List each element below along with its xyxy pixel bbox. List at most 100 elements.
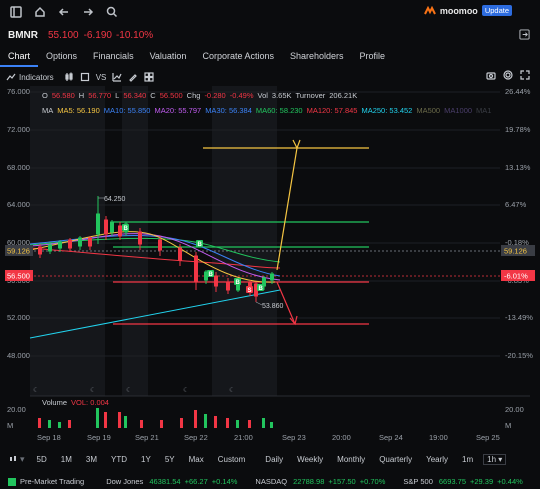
ma10-value: MA10: 55.850	[103, 106, 151, 115]
low-label: 53.860	[262, 303, 284, 310]
high-value: 56.770	[88, 91, 112, 100]
volume-value: 3.65K	[271, 91, 292, 100]
y-axis-label: 72.000	[7, 125, 30, 134]
bullish-projection-arrow[interactable]	[276, 147, 298, 271]
index-change-percent: +0.44%	[497, 477, 523, 486]
price-chart[interactable]: 76.000 72.000 68.000 64.000 60.000 56.00…	[0, 0, 540, 489]
timeframe-1m[interactable]: 1M	[61, 455, 72, 464]
x-axis-label: Sep 21	[135, 433, 159, 442]
y-axis-pct-label: 6.47%	[505, 200, 527, 209]
interval-yearly[interactable]: Yearly	[426, 455, 448, 464]
volume-axis-label: 20.00	[505, 405, 524, 414]
index-change: +66.27	[184, 477, 208, 486]
market-index-bar: Pre-Market Trading Dow Jones 46381.54 +6…	[0, 474, 540, 489]
ma1000-value: MA1000	[444, 106, 473, 115]
volume-value: VOL: 0.004	[71, 398, 109, 407]
x-axis-label: 21:00	[234, 433, 253, 442]
x-axis-label: 19:00	[429, 433, 448, 442]
volume-axis-label: 20.00	[7, 405, 26, 414]
ma-legend[interactable]: MA MA5: 56.190 MA10: 55.850 MA20: 55.797…	[42, 106, 491, 115]
x-axis-label: 20:00	[332, 433, 351, 442]
current-price-tag-text: 59.126	[7, 247, 30, 256]
interval-daily[interactable]: Daily	[265, 455, 283, 464]
premarket-label[interactable]: Pre-Market Trading	[20, 477, 84, 486]
ma20-value: MA20: 55.797	[154, 106, 202, 115]
x-axis-label: Sep 23	[282, 433, 306, 442]
index-name[interactable]: S&P 500	[403, 477, 432, 486]
chevron-down-icon[interactable]: ▾	[20, 454, 25, 465]
y-axis-pct-label: 26.44%	[505, 87, 531, 96]
session-shade	[30, 86, 105, 396]
y-axis-pct-label: 13.13%	[505, 163, 531, 172]
moon-icon: ☾	[33, 386, 39, 394]
turnover-label: Turnover	[295, 91, 326, 100]
moon-icon: ☾	[183, 386, 189, 394]
buy-marker: B	[209, 272, 214, 278]
market-status-icon	[8, 477, 16, 486]
x-axis-label: Sep 19	[87, 433, 111, 442]
timeframe-custom[interactable]: Custom	[218, 455, 246, 464]
buy-marker: B	[236, 280, 241, 286]
ma250-value: MA250: 53.452	[361, 106, 413, 115]
volume-title: Volume	[42, 398, 68, 407]
ma120-value: MA120: 57.845	[306, 106, 358, 115]
ma500-value: MA500	[416, 106, 441, 115]
x-axis-label: Sep 24	[379, 433, 403, 442]
moon-icon: ☾	[90, 386, 96, 394]
close-label: C	[150, 91, 156, 100]
y-axis-pct-label: 19.78%	[505, 125, 531, 134]
ma-title: MA	[42, 106, 54, 115]
index-value: 46381.54	[149, 477, 181, 486]
timeframe-1y[interactable]: 1Y	[141, 455, 151, 464]
timeframe-bar: ▾ 5D 1M 3M YTD 1Y 5Y Max Custom Daily We…	[0, 452, 540, 466]
change-value: -0.280	[204, 91, 226, 100]
interval-1h[interactable]: 1h ▾	[483, 453, 507, 465]
ma1-value: MA1	[476, 106, 492, 115]
timeframe-ytd[interactable]: YTD	[111, 455, 127, 464]
candlestick-type-icon[interactable]	[8, 454, 18, 464]
moon-icon: ☾	[126, 386, 132, 394]
y-axis-label: 52.000	[7, 313, 30, 322]
interval-weekly[interactable]: Weekly	[297, 455, 323, 464]
session-shade	[122, 86, 148, 396]
volume-axis-unit: M	[7, 421, 13, 430]
high-label: H	[78, 91, 85, 100]
low-value: 56.340	[123, 91, 147, 100]
volume-label: Vol	[257, 91, 268, 100]
open-value: 56.580	[51, 91, 75, 100]
timeframe-3m[interactable]: 3M	[86, 455, 97, 464]
timeframe-max[interactable]: Max	[189, 455, 204, 464]
change-label: Chg	[186, 91, 201, 100]
interval-1m[interactable]: 1m	[462, 455, 473, 464]
arrowhead-up	[292, 139, 301, 150]
index-change-percent: +0.14%	[211, 477, 238, 486]
y-axis-pct-label: -13.49%	[505, 313, 533, 322]
y-axis-label: 76.000	[7, 87, 30, 96]
moon-icon: ☾	[229, 386, 235, 394]
volume-axis-unit: M	[505, 421, 511, 430]
interval-1h-label: 1h	[487, 454, 497, 464]
buy-marker: B	[124, 226, 129, 232]
turnover-value: 206.21K	[329, 91, 358, 100]
index-change: +157.50	[328, 477, 356, 486]
timeframe-5y[interactable]: 5Y	[165, 455, 175, 464]
ohlc-legend: O 56.580 H 56.770 L 56.340 C 56.500 Chg …	[42, 91, 357, 100]
index-change: +29.39	[470, 477, 494, 486]
last-price-tag-text: 56.500	[7, 272, 30, 281]
volume-legend: Volume VOL: 0.004	[42, 398, 109, 407]
session-shade	[212, 86, 277, 396]
sell-marker: S	[248, 288, 252, 294]
open-label: O	[42, 91, 48, 100]
timeframe-5d[interactable]: 5D	[37, 455, 47, 464]
interval-monthly[interactable]: Monthly	[337, 455, 365, 464]
right-current-tag-text: 59.126	[504, 247, 527, 256]
x-axis-label: Sep 25	[476, 433, 500, 442]
right-last-tag-text: -6.01%	[504, 272, 528, 281]
y-axis-pct-label: -20.15%	[505, 351, 533, 360]
interval-quarterly[interactable]: Quarterly	[379, 455, 412, 464]
index-name[interactable]: NASDAQ	[255, 477, 287, 486]
low-label: L	[115, 91, 120, 100]
x-axis-label: Sep 22	[184, 433, 208, 442]
index-name[interactable]: Dow Jones	[106, 477, 143, 486]
volume-bars	[38, 408, 273, 428]
